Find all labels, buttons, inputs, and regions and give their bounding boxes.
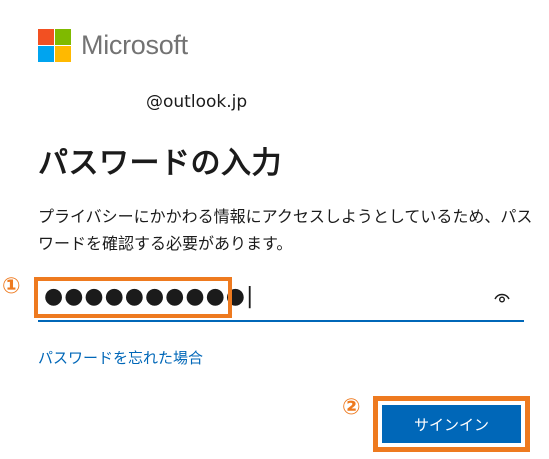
page-title: パスワードの入力 bbox=[38, 146, 282, 181]
signin-highlight-box: サインイン bbox=[373, 396, 530, 452]
microsoft-logo: Microsoft bbox=[38, 29, 188, 62]
password-field: ●●●●●●●●●●| bbox=[38, 282, 524, 322]
page-description: プライバシーにかかわる情報にアクセスしようとしているため、パスワードを確認する必… bbox=[38, 207, 533, 253]
callout-step-2: ② bbox=[342, 395, 361, 420]
forgot-password-link[interactable]: パスワードを忘れた場合 bbox=[38, 347, 203, 368]
password-input[interactable]: ●●●●●●●●●●| bbox=[38, 282, 253, 316]
eye-icon[interactable] bbox=[494, 291, 510, 305]
account-email: @outlook.jp bbox=[146, 92, 248, 112]
brand-name: Microsoft bbox=[81, 30, 188, 60]
callout-step-1: ① bbox=[2, 274, 21, 299]
signin-page: Microsoft @outlook.jp パスワードの入力 プライバシーにかか… bbox=[0, 0, 549, 459]
microsoft-logo-icon bbox=[38, 29, 71, 62]
signin-button[interactable]: サインイン bbox=[382, 405, 521, 443]
